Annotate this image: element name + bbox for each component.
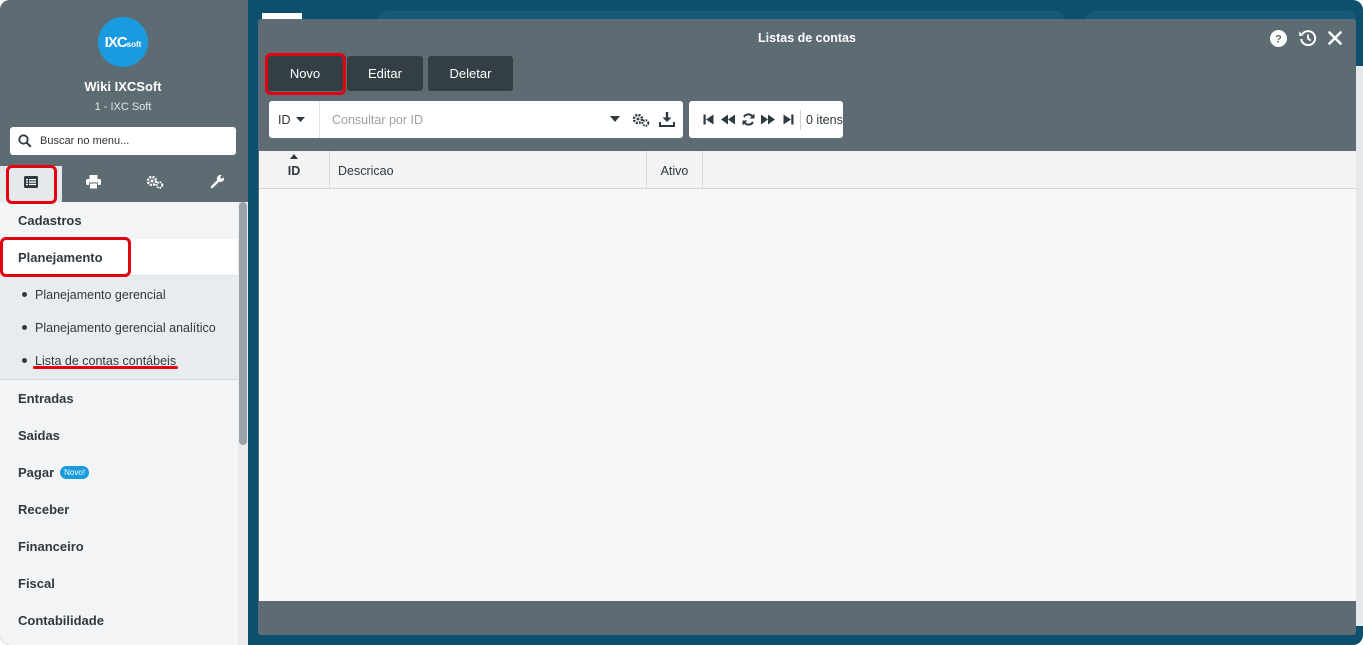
search-field-value: ID xyxy=(278,112,291,127)
company-logo: IXC soft xyxy=(98,17,148,67)
column-header-label: Ativo xyxy=(660,164,689,178)
menu-category-label: Pagar xyxy=(18,465,55,480)
menu-search-input[interactable] xyxy=(40,135,220,147)
column-header-id[interactable]: ID xyxy=(259,151,330,189)
gears-icon[interactable] xyxy=(628,113,654,127)
sidebar-scrollbar[interactable] xyxy=(238,202,248,645)
scrollbar-thumb[interactable] xyxy=(239,202,247,445)
menu-category-saidas[interactable]: Saidas xyxy=(0,417,238,454)
menu-category-entradas[interactable]: Entradas xyxy=(0,380,238,417)
delete-button[interactable]: Deletar xyxy=(428,56,513,91)
bullet-icon xyxy=(22,292,27,297)
data-grid: ID Descricao Ativo xyxy=(259,151,1356,601)
submenu-item[interactable]: Planejamento gerencial analítico xyxy=(0,311,238,344)
bullet-icon xyxy=(22,325,27,330)
search-icon xyxy=(10,134,40,148)
planejamento-submenu: Planejamento gerencial Planejamento gere… xyxy=(0,276,238,380)
menu-category-financeiro[interactable]: Financeiro xyxy=(0,528,238,565)
new-badge: Novo! xyxy=(60,466,90,479)
sidebar: IXC soft Wiki IXCSoft 1 - IXC Soft Busca… xyxy=(0,0,248,645)
search-field-select[interactable]: ID xyxy=(269,113,319,127)
menu-category-receber[interactable]: Receber xyxy=(0,491,238,528)
close-icon[interactable] xyxy=(1324,28,1346,48)
grid-header: ID Descricao Ativo xyxy=(259,151,1356,189)
column-header-label: Descricao xyxy=(338,164,394,178)
new-button[interactable]: Novo xyxy=(267,56,343,91)
annotation-underline xyxy=(33,366,178,369)
download-icon[interactable] xyxy=(654,112,680,127)
tab-reports[interactable] xyxy=(62,166,124,202)
menu-category-cadastros[interactable]: Cadastros xyxy=(0,202,238,239)
listas-de-contas-window: Listas de contas ? Novo Editar Deletar I… xyxy=(258,19,1356,635)
refresh-icon[interactable] xyxy=(738,113,758,126)
search-input[interactable] xyxy=(332,112,602,127)
tab-tools[interactable] xyxy=(186,166,248,202)
svg-text:?: ? xyxy=(1275,33,1282,45)
help-icon[interactable]: ? xyxy=(1268,28,1288,48)
history-icon[interactable] xyxy=(1296,28,1318,48)
background-panel-edge xyxy=(1355,66,1363,626)
list-icon xyxy=(24,175,38,193)
menu-category-pagar[interactable]: Pagar Novo! xyxy=(0,454,238,491)
first-page-icon[interactable] xyxy=(698,114,718,125)
app-frame: IXC soft Wiki IXCSoft 1 - IXC Soft Busca… xyxy=(0,0,1363,645)
bullet-icon xyxy=(22,358,27,363)
submenu-item[interactable]: Planejamento gerencial xyxy=(0,278,238,311)
grid-footer xyxy=(258,601,1356,635)
submenu-item[interactable]: Lista de contas contábeis xyxy=(0,344,238,377)
printer-icon xyxy=(85,174,101,194)
sort-asc-icon xyxy=(290,154,298,159)
submenu-item-label: Planejamento gerencial analítico xyxy=(35,320,216,335)
pager-divider xyxy=(800,109,801,130)
wrench-icon xyxy=(210,174,225,194)
caret-down-icon xyxy=(295,116,305,122)
sidebar-tabs xyxy=(0,166,248,202)
tab-settings[interactable] xyxy=(124,166,186,202)
logo-text: IXC xyxy=(104,33,128,51)
search-divider xyxy=(319,101,320,138)
tab-menu[interactable] xyxy=(0,166,62,202)
menu-category-fiscal[interactable]: Fiscal xyxy=(0,565,238,602)
submenu-item-label: Planejamento gerencial xyxy=(35,287,166,302)
company-name: Wiki IXCSoft xyxy=(84,79,162,94)
logo-sub: soft xyxy=(126,39,142,49)
company-subtitle: 1 - IXC Soft xyxy=(94,101,152,113)
menu-search-box xyxy=(10,127,236,155)
column-header-descricao[interactable]: Descricao xyxy=(330,151,647,189)
edit-button[interactable]: Editar xyxy=(347,56,423,91)
window-title: Listas de contas xyxy=(758,31,856,45)
gears-icon xyxy=(146,175,164,194)
last-page-icon[interactable] xyxy=(778,114,798,125)
menu-category-planejamento[interactable]: Planejamento xyxy=(0,239,238,276)
sidebar-menu: Cadastros Planejamento Planejamento gere… xyxy=(0,202,238,645)
menu-category-contabilidade[interactable]: Contabilidade xyxy=(0,602,238,639)
caret-down-icon[interactable] xyxy=(602,116,628,123)
column-header-ativo[interactable]: Ativo xyxy=(647,151,703,189)
item-count: 0 itens xyxy=(806,112,843,127)
previous-page-icon[interactable] xyxy=(718,114,738,125)
next-page-icon[interactable] xyxy=(758,114,778,125)
pager: 0 itens xyxy=(689,101,843,138)
search-bar: ID xyxy=(269,101,683,138)
column-header-label: ID xyxy=(287,164,301,178)
